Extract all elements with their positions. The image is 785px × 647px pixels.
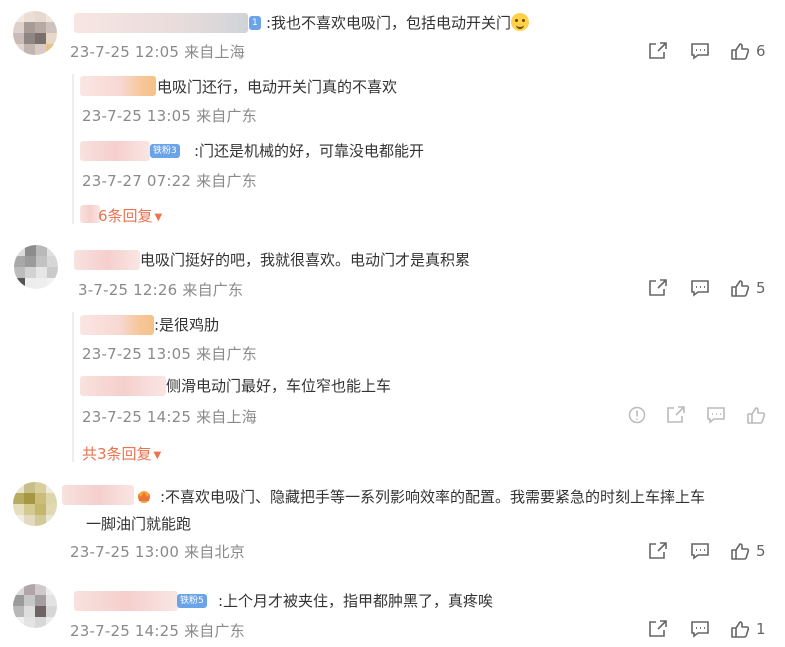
share-button[interactable]: [648, 618, 668, 640]
comment-button[interactable]: [690, 540, 710, 562]
reply-username[interactable]: [80, 141, 150, 161]
report-button[interactable]: [628, 404, 646, 426]
like-icon: [747, 407, 766, 424]
reply-meta: 23-7-25 13:05 来自广东: [82, 345, 257, 363]
laugh-emoji-icon: [511, 13, 530, 31]
reply-username[interactable]: [80, 76, 156, 96]
comment-actions: 5: [648, 540, 778, 562]
reply-text: 电吸门还行，电动开关门真的不喜欢: [157, 78, 398, 96]
comment-item: 1 :我也不喜欢电吸门，包括电动开关门 23-7-25 12:05 来自上海 6…: [0, 0, 785, 235]
triangle-down-icon: ▼: [154, 212, 163, 223]
like-count: 6: [756, 42, 766, 60]
reply-username[interactable]: [80, 315, 154, 335]
comment-button[interactable]: [690, 618, 710, 640]
comment-icon: [691, 280, 709, 297]
like-count: 5: [756, 542, 766, 560]
like-button[interactable]: 1: [730, 618, 766, 640]
comment-meta: 23-7-25 14:25 来自广东: [70, 622, 245, 640]
like-button[interactable]: [746, 404, 766, 426]
reply-divider: [72, 74, 74, 224]
more-replies-link[interactable]: 共3条回复 ▼: [82, 443, 161, 464]
share-icon: [649, 620, 667, 637]
reply-text: 侧滑电动门最好，车位窄也能上车: [166, 377, 392, 395]
avatar[interactable]: [14, 245, 58, 289]
triangle-down-icon: ▼: [153, 450, 162, 461]
crown-badge-icon: [138, 491, 150, 503]
avatar[interactable]: [13, 482, 57, 526]
share-button[interactable]: [648, 277, 668, 299]
like-icon: [731, 280, 750, 297]
share-icon: [667, 406, 685, 423]
share-button[interactable]: [648, 40, 668, 62]
like-count: 5: [756, 279, 766, 297]
share-icon: [649, 542, 667, 559]
reply-meta: 23-7-25 14:25 来自上海: [82, 408, 257, 426]
username[interactable]: [74, 591, 178, 611]
comment-text-content: :我也不喜欢电吸门，包括电动开关门: [266, 14, 512, 32]
comment-text-line2: 一脚油门就能跑: [86, 515, 192, 533]
like-button[interactable]: 6: [730, 40, 766, 62]
comment-actions: 1: [648, 618, 778, 640]
like-count: 1: [756, 620, 766, 638]
comment-button[interactable]: [690, 277, 710, 299]
username[interactable]: [74, 250, 140, 270]
comment-item: :不喜欢电吸门、隐藏把手等一系列影响效率的配置。我需要紧急的时刻上车摔上车 一脚…: [0, 478, 785, 568]
comment-button[interactable]: [690, 40, 710, 62]
share-button[interactable]: [648, 540, 668, 562]
comment-icon: [691, 43, 709, 60]
comment-icon: [691, 543, 709, 560]
reply-actions: [628, 404, 768, 426]
comment-item: 铁粉5 :上个月才被夹住，指甲都肿黑了，真疼唉 23-7-25 14:25 来自…: [0, 578, 785, 647]
more-replies-label: 共3条回复: [82, 445, 152, 463]
report-icon: [628, 406, 646, 424]
comment-meta: 23-7-25 12:05 来自上海: [70, 43, 245, 61]
comment-text: 电吸门挺好的吧，我就很喜欢。电动门才是真积累: [140, 251, 471, 269]
more-replies-label: 6条回复: [98, 207, 153, 225]
reply-meta: 23-7-27 07:22 来自广东: [82, 172, 257, 190]
comment-item: 电吸门挺好的吧，我就很喜欢。电动门才是真积累 3-7-25 12:26 来自广东…: [0, 238, 785, 468]
comment-button[interactable]: [706, 404, 726, 426]
like-icon: [731, 43, 750, 60]
comment-actions: 6: [648, 40, 778, 62]
like-button[interactable]: 5: [730, 277, 766, 299]
comment-text: :上个月才被夹住，指甲都肿黑了，真疼唉: [218, 592, 494, 610]
comment-text: :我也不喜欢电吸门，包括电动开关门: [266, 12, 530, 34]
level-badge: 1: [249, 16, 261, 30]
like-icon: [731, 543, 750, 560]
reply-divider: [72, 312, 74, 462]
username[interactable]: [62, 485, 134, 505]
reply-text: :是很鸡肋: [154, 316, 220, 334]
comment-meta: 3-7-25 12:26 来自广东: [78, 281, 244, 299]
avatar[interactable]: [13, 11, 57, 55]
share-icon: [649, 279, 667, 296]
reply-text: :门还是机械的好，可靠没电都能开: [194, 142, 425, 160]
username[interactable]: [74, 13, 248, 33]
fan-badge: 铁粉5: [177, 594, 207, 608]
reply-username[interactable]: [80, 376, 166, 396]
more-replies-link[interactable]: 6条回复 ▼: [98, 205, 162, 226]
more-replies-blur: [80, 205, 100, 223]
like-button[interactable]: 5: [730, 540, 766, 562]
share-button[interactable]: [666, 404, 686, 426]
avatar[interactable]: [13, 584, 57, 628]
comment-actions: 5: [648, 277, 778, 299]
like-icon: [731, 621, 750, 638]
share-icon: [649, 42, 667, 59]
reply-meta: 23-7-25 13:05 来自广东: [82, 107, 257, 125]
comment-icon: [707, 407, 725, 424]
comment-text: :不喜欢电吸门、隐藏把手等一系列影响效率的配置。我需要紧急的时刻上车摔上车: [160, 488, 706, 506]
fan-badge: 铁粉3: [150, 144, 180, 158]
comment-icon: [691, 621, 709, 638]
comment-meta: 23-7-25 13:00 来自北京: [70, 543, 245, 561]
